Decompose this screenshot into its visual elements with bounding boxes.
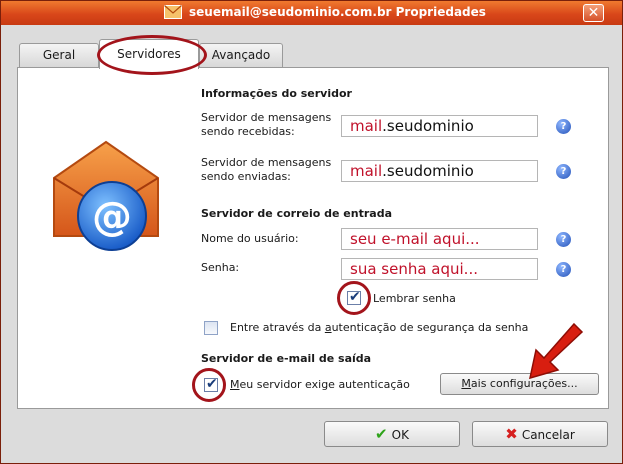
incoming-mail-heading: Servidor de correio de entrada	[201, 207, 393, 220]
outgoing-server-input[interactable]: mail.seudominio	[341, 160, 538, 182]
close-icon: ✕	[587, 5, 600, 21]
auth-required-label: Meu servidor exige autenticação	[230, 378, 410, 391]
incoming-server-input[interactable]: mail.seudominio	[341, 115, 538, 137]
remember-password-checkbox[interactable]: ✔	[347, 289, 361, 305]
auth-label-access-key: M	[230, 378, 240, 391]
tab-geral[interactable]: Geral	[19, 43, 99, 67]
help-icon[interactable]: ?	[556, 232, 571, 247]
tab-servidores[interactable]: Servidores	[99, 39, 199, 69]
close-button[interactable]: ✕	[583, 4, 604, 22]
checkmark-icon: ✔	[349, 289, 361, 305]
servers-panel: @ Informações do servidor Servidor de me…	[17, 67, 609, 409]
title-bar[interactable]: seuemail@seudominio.com.br Propriedades …	[1, 1, 622, 25]
checkmark-icon: ✔	[375, 425, 388, 443]
help-icon[interactable]: ?	[556, 119, 571, 134]
ok-label: OK	[391, 428, 409, 442]
checkmark-icon: ✔	[206, 376, 218, 392]
incoming-server-value-host: mail	[350, 117, 383, 135]
username-input[interactable]: seu e-mail aqui...	[341, 228, 538, 250]
cross-icon: ✖	[505, 425, 518, 443]
email-icon	[164, 5, 182, 19]
outgoing-server-label-line2: sendo enviadas:	[201, 170, 291, 183]
auth-label-rest: eu servidor exige autenticação	[239, 378, 410, 391]
incoming-server-label-line1: Servidor de mensagens	[201, 111, 332, 124]
window-title: seuemail@seudominio.com.br Propriedades	[189, 5, 486, 19]
cancel-button[interactable]: ✖ Cancelar	[472, 421, 608, 447]
outgoing-mail-heading: Servidor de e-mail de saída	[201, 352, 372, 365]
svg-text:@: @	[92, 194, 132, 240]
arrow-annotation-icon	[529, 322, 584, 380]
tab-label: Servidores	[117, 47, 181, 61]
help-icon[interactable]: ?	[556, 262, 571, 277]
incoming-server-value-domain: .seudominio	[382, 117, 474, 135]
tab-label: Avançado	[211, 48, 271, 62]
username-label: Nome do usuário:	[201, 232, 299, 245]
incoming-server-label-line2: sendo recebidas:	[201, 125, 295, 138]
outgoing-server-label-line1: Servidor de mensagens	[201, 156, 332, 169]
help-icon[interactable]: ?	[556, 164, 571, 179]
properties-window: seuemail@seudominio.com.br Propriedades …	[0, 0, 623, 464]
password-input[interactable]: sua senha aqui...	[341, 258, 538, 280]
ok-button[interactable]: ✔ OK	[324, 421, 460, 447]
remember-password-label: Lembrar senha	[373, 292, 456, 305]
tab-avancado[interactable]: Avançado	[199, 43, 283, 67]
password-label: Senha:	[201, 261, 240, 274]
outgoing-server-value-domain: .seudominio	[382, 162, 474, 180]
cancel-label: Cancelar	[521, 428, 575, 442]
tab-label: Geral	[42, 48, 76, 62]
spa-label-post: utenticação de segurança da senha	[331, 321, 529, 334]
spa-checkbox[interactable]	[204, 321, 218, 335]
more-settings-access-key: M	[461, 377, 471, 390]
spa-label-pre: Entre através da	[230, 321, 325, 334]
outgoing-server-value-host: mail	[350, 162, 383, 180]
mail-at-icon: @	[53, 140, 159, 251]
spa-label: Entre através da autenticação de seguran…	[230, 321, 528, 334]
server-info-heading: Informações do servidor	[201, 87, 352, 100]
spa-label-access-key: a	[324, 321, 332, 334]
auth-required-checkbox[interactable]: ✔	[204, 376, 218, 392]
